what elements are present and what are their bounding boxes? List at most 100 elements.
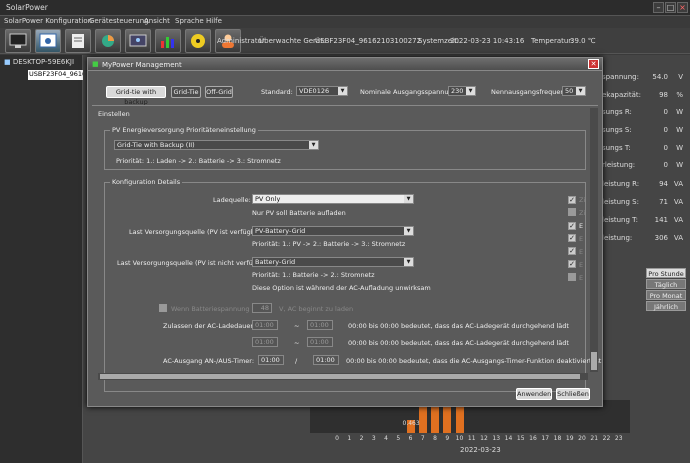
warning-button[interactable] xyxy=(185,29,211,53)
side-checkbox-3[interactable]: ✓ xyxy=(568,222,576,230)
horizontal-scrollbar[interactable] xyxy=(98,373,588,380)
charge-source-value: PV Only xyxy=(255,195,281,203)
mode-off-grid-button[interactable]: Off-Grid xyxy=(205,86,233,98)
readout-value: 0 xyxy=(663,126,668,134)
frequency-value: 50 xyxy=(565,87,574,95)
tilde-2: ~ xyxy=(294,339,300,347)
period-button[interactable]: Pro Monat xyxy=(646,290,686,300)
menu-geraetesteuerung[interactable]: Gerätesteuerung xyxy=(89,17,149,25)
readout-label: sungs T: xyxy=(602,144,631,152)
ac-charge-start-2[interactable]: 01:00 xyxy=(252,337,278,347)
ac-timer-start[interactable]: 01:00 xyxy=(258,355,284,365)
readout-label: spannung: xyxy=(602,73,639,81)
ac-timer-end[interactable]: 01:00 xyxy=(313,355,339,365)
frequency-select[interactable]: 50 ▼ xyxy=(562,86,586,96)
tree-device[interactable]: USBF23F04_9616210 xyxy=(28,70,84,80)
menu-hilfe[interactable]: Hilfe xyxy=(206,17,222,25)
chart-tick-label: 16 xyxy=(529,435,537,442)
settings-icon xyxy=(39,33,57,48)
config-button[interactable] xyxy=(35,29,61,53)
load-pv-value: PV-Battery-Grid xyxy=(255,227,306,235)
nominal-voltage-select[interactable]: 230 ▼ xyxy=(448,86,476,96)
load-nopv-select[interactable]: Battery-Grid ▼ xyxy=(252,257,414,267)
close-window-button[interactable]: × xyxy=(677,2,688,13)
report-button[interactable] xyxy=(65,29,91,53)
tree-host[interactable]: ■ DESKTOP-59E6KJI xyxy=(4,58,74,66)
bar-chart-button[interactable] xyxy=(155,29,181,53)
maximize-button[interactable]: □ xyxy=(665,2,676,13)
tilde-1: ~ xyxy=(294,322,300,330)
side-checkbox-1[interactable]: ✓ xyxy=(568,196,576,204)
readout-unit: W xyxy=(676,126,683,134)
standard-value: VDE0126 xyxy=(299,87,330,95)
pv-priority-select[interactable]: Grid-Tie with Backup (II) ▼ xyxy=(114,140,319,150)
ac-charge-start-1[interactable]: 01:00 xyxy=(252,320,278,330)
ac-charge-end-1[interactable]: 01:00 xyxy=(307,320,333,330)
standard-select[interactable]: VDE0126 ▼ xyxy=(296,86,348,96)
period-button[interactable]: Pro Stunde xyxy=(646,268,686,278)
chart-tick-label: 19 xyxy=(565,435,574,442)
readout-value: 141 xyxy=(654,216,668,224)
readout-unit: % xyxy=(676,91,683,99)
side-checkbox-5[interactable]: ✓ xyxy=(568,247,576,255)
dialog-close-icon[interactable]: ✕ xyxy=(588,59,599,69)
horizontal-scroll-thumb[interactable] xyxy=(100,374,580,379)
readout-label: leistung R: xyxy=(602,180,640,188)
menu-ansicht[interactable]: Ansicht xyxy=(144,17,170,25)
charge-source-note: Nur PV soll Batterie aufladen xyxy=(252,209,346,217)
chart-button[interactable] xyxy=(95,29,121,53)
apply-button[interactable]: Anwenden xyxy=(516,388,552,400)
pv-priority-title: PV Energieversorgung Prioritäteneinstell… xyxy=(110,126,258,134)
battery-voltage-checkbox[interactable] xyxy=(159,304,167,312)
vertical-scroll-thumb[interactable] xyxy=(591,352,597,370)
period-button[interactable]: Täglich xyxy=(646,279,686,289)
chart-tick-label: 1 xyxy=(347,435,352,442)
chart-tick-label: 14 xyxy=(504,435,513,442)
ac-charge-label: Zulassen der AC-Ladedauer : xyxy=(163,322,258,330)
side-checkbox-6[interactable]: ✓ xyxy=(568,260,576,268)
battery-voltage-label: Wenn Batteriespannung < xyxy=(171,305,257,313)
readout-row: rleistung: 0 W xyxy=(602,157,686,174)
close-button[interactable]: Schließen xyxy=(556,388,590,400)
side-checkbox-2[interactable] xyxy=(568,208,576,216)
ac-charge-end-2[interactable]: 01:00 xyxy=(307,337,333,347)
current-user: Administrator xyxy=(217,37,265,45)
chart-tick-label: 10 xyxy=(455,435,464,442)
mode-grid-tie-backup-button[interactable]: Grid-tie with backup xyxy=(106,86,166,106)
chart-tick-label: 11 xyxy=(467,435,476,442)
frequency-label: Nennausgangsfrequenz: xyxy=(491,88,571,96)
side-checkbox-7[interactable] xyxy=(568,273,576,281)
minimize-button[interactable]: – xyxy=(653,2,664,13)
battery-voltage-input[interactable]: 48 xyxy=(252,303,272,313)
mode-grid-tie-button[interactable]: Grid-Tie xyxy=(171,86,201,98)
readout-label: leistung: xyxy=(602,234,633,242)
readout-label: rleistung: xyxy=(602,161,636,169)
readout-value: 54.0 xyxy=(652,73,668,81)
menu-konfiguration[interactable]: SolarPower Konfiguration xyxy=(4,17,92,25)
readout-unit: VA xyxy=(673,198,683,206)
title-bar: SolarPower – □ × xyxy=(0,0,690,16)
chart-tick-label: 12 xyxy=(480,435,488,442)
tree-host-label: DESKTOP-59E6KJI xyxy=(12,58,75,66)
nominal-voltage-label: Nominale Ausgangsspannung: xyxy=(360,88,459,96)
chart-bar xyxy=(443,405,452,433)
pv-priority-value: Grid-Tie with Backup (II) xyxy=(117,141,195,149)
chart-tick-label: 23 xyxy=(614,435,623,442)
readout-unit: V xyxy=(678,73,683,81)
chart-tick-label: 21 xyxy=(590,435,599,442)
chart-tick-label: 15 xyxy=(516,435,525,442)
chart-xlabel: 2022-03-23 xyxy=(460,446,501,454)
screen-button[interactable] xyxy=(125,29,151,53)
side-checkbox-4[interactable]: ✓ xyxy=(568,234,576,242)
chevron-down-icon: ▼ xyxy=(404,258,413,266)
monitor-button[interactable] xyxy=(5,29,31,53)
chart-tick-label: 13 xyxy=(492,435,501,442)
vertical-scrollbar[interactable] xyxy=(590,108,598,372)
readout-row: sungs S: 0 W xyxy=(602,122,686,139)
ac-timer-note: 00:00 bis 00:00 bedeutet, dass die AC-Au… xyxy=(346,357,602,365)
chevron-down-icon: ▼ xyxy=(338,87,347,95)
menu-sprache[interactable]: Sprache xyxy=(175,17,204,25)
charge-source-select[interactable]: PV Only ▼ xyxy=(252,194,414,204)
load-pv-select[interactable]: PV-Battery-Grid ▼ xyxy=(252,226,414,236)
period-button[interactable]: Jährlich xyxy=(646,301,686,311)
